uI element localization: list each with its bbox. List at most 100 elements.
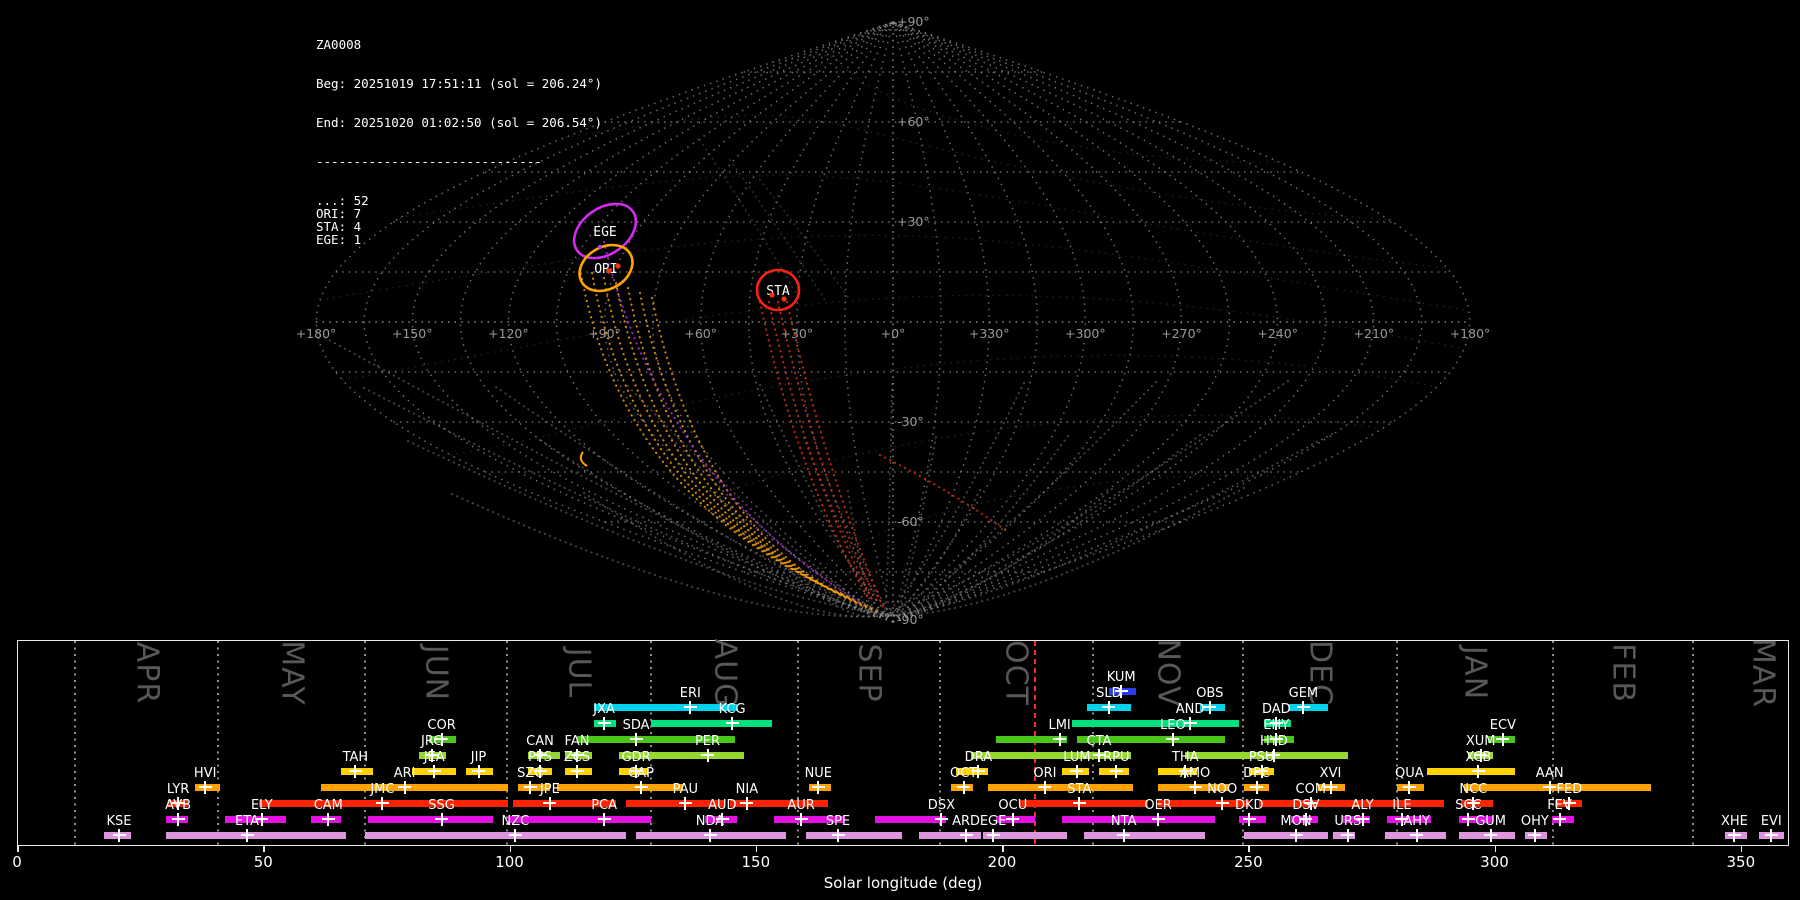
shower-peak-marker bbox=[1157, 812, 1160, 826]
shower-label-JEA: JEA bbox=[423, 750, 445, 765]
month-boundary-line bbox=[74, 641, 77, 845]
shower-peak-marker bbox=[1415, 828, 1418, 842]
shower-label-SSG: SSG bbox=[428, 798, 455, 813]
shower-peak-marker bbox=[204, 780, 207, 794]
shower-peak-marker bbox=[962, 780, 965, 794]
month-label: NOV bbox=[1150, 638, 1186, 708]
lon-label: +30° bbox=[781, 326, 814, 341]
shower-label-ORI: ORI bbox=[1033, 766, 1057, 781]
shower-label-NCC: NCC bbox=[1459, 782, 1488, 797]
shower-peak-marker bbox=[1107, 700, 1110, 714]
lon-label: +180° bbox=[1450, 326, 1491, 341]
shower-peak-marker bbox=[1171, 732, 1174, 746]
current-sol-marker bbox=[1033, 641, 1036, 845]
lon-label: +240° bbox=[1257, 326, 1298, 341]
sky-map: EGEORISTA+180° +150° +120° +90° +60° +30° +0° +… bbox=[296, 14, 1491, 627]
shower-peak-marker bbox=[1361, 812, 1364, 826]
axis-tick bbox=[263, 846, 265, 852]
shower-label-PSU: PSU bbox=[1248, 750, 1275, 765]
axis-tick bbox=[755, 846, 758, 852]
shower-label-NTA: NTA bbox=[1110, 814, 1137, 829]
shower-peak-marker bbox=[940, 812, 943, 826]
shower-peak-marker bbox=[118, 828, 120, 842]
shower-label-THA: THA bbox=[1171, 750, 1199, 765]
shower-label-LMI: LMI bbox=[1048, 718, 1071, 733]
meteor-station-screen: { "info": { "station": "ZA0008", "beg": … bbox=[0, 0, 1800, 900]
shower-peak-marker bbox=[603, 716, 606, 730]
shower-bar-MON bbox=[1244, 831, 1328, 839]
lon-label: +180° bbox=[296, 326, 337, 341]
month-boundary-line bbox=[217, 641, 220, 845]
shower-bar-ORI bbox=[988, 783, 1134, 791]
lon-label: +120° bbox=[488, 326, 529, 341]
shower-peak-marker bbox=[1208, 700, 1211, 714]
shower-peak-marker bbox=[1770, 828, 1773, 842]
shower-label-FEV: FEV bbox=[1547, 798, 1572, 813]
shower-label-HVI: HVI bbox=[193, 766, 217, 781]
month-label: MAR bbox=[1745, 637, 1781, 709]
shower-peak-marker bbox=[1533, 828, 1536, 842]
lat-label: +60° bbox=[897, 114, 930, 129]
shower-peak-marker bbox=[1115, 764, 1118, 778]
shower-peak-marker bbox=[529, 780, 532, 794]
shower-label-LEO: LEO bbox=[1160, 718, 1186, 733]
shower-peak-marker bbox=[1248, 812, 1251, 826]
shower-label-AUD: AUD bbox=[708, 798, 737, 813]
lon-label: +300° bbox=[1065, 326, 1106, 341]
shower-peak-marker bbox=[731, 716, 734, 730]
observation-info-block: ZA0008 Beg: 20251019 17:51:11 (sol = 206… bbox=[316, 12, 602, 259]
axis-tick-label: 200 bbox=[987, 853, 1017, 871]
shower-label-SZC: SZC bbox=[517, 766, 544, 781]
shower-label-AVB: AVB bbox=[165, 798, 192, 813]
shower-peak-marker bbox=[1501, 732, 1504, 746]
axis-tick-label: 150 bbox=[741, 853, 771, 871]
shower-label-CAN: CAN bbox=[526, 734, 554, 749]
shower-peak-marker bbox=[177, 812, 180, 826]
shower-bar-PCA bbox=[508, 815, 651, 823]
shower-label-GEM: GEM bbox=[1288, 686, 1319, 701]
shower-label-AHY: AHY bbox=[1403, 814, 1430, 829]
shower-peak-marker bbox=[1346, 828, 1349, 842]
month-boundary-line bbox=[796, 641, 799, 845]
month-boundary-line bbox=[364, 641, 367, 845]
shower-peak-marker bbox=[1255, 780, 1258, 794]
lat-label: +90° bbox=[897, 14, 930, 29]
shower-label-OHY: OHY bbox=[1520, 814, 1549, 829]
shower-peak-marker bbox=[745, 796, 748, 810]
shower-peak-marker bbox=[1548, 780, 1551, 794]
lon-label: +90° bbox=[588, 326, 621, 341]
month-label: JAN bbox=[1457, 645, 1493, 701]
radiant-STA: STA bbox=[755, 268, 801, 312]
shower-peak-marker bbox=[640, 780, 642, 794]
axis-tick-label: 350 bbox=[1726, 853, 1756, 871]
shower-peak-marker bbox=[1221, 796, 1224, 810]
shower-peak-marker bbox=[706, 748, 709, 762]
shower-peak-marker bbox=[1295, 828, 1297, 842]
shower-label-JPE: JPE bbox=[539, 782, 560, 797]
shower-label-NOO: NOO bbox=[1207, 782, 1238, 797]
shower-label-DKD: DKD bbox=[1235, 798, 1264, 813]
lon-label: +210° bbox=[1354, 326, 1395, 341]
axis-tick bbox=[1494, 846, 1496, 852]
shower-label-PER: PER bbox=[694, 734, 721, 749]
shower-label-ARD: ARD bbox=[952, 814, 981, 829]
meteor-counts: ...: 52 ORI: 7 STA: 4 EGE: 1 bbox=[316, 194, 602, 246]
shower-peak-marker bbox=[1043, 780, 1046, 794]
shower-label-SLD: SLD bbox=[1096, 686, 1122, 701]
shower-label-KUM: KUM bbox=[1106, 670, 1136, 685]
shower-label-SPE: SPE bbox=[825, 814, 851, 829]
shower-peak-marker bbox=[837, 828, 839, 842]
shower-bar-ARI bbox=[320, 783, 508, 791]
shower-label-NZC: NZC bbox=[501, 814, 530, 829]
shower-peak-marker bbox=[603, 812, 606, 826]
shower-label-EGE: EGE bbox=[979, 814, 1007, 829]
shower-label-DPC: DPC bbox=[1243, 766, 1271, 781]
lon-label: +150° bbox=[392, 326, 433, 341]
shower-label-DSX: DSX bbox=[927, 798, 955, 813]
shower-bar-SPE bbox=[806, 831, 902, 839]
shower-label-QUA: QUA bbox=[1394, 766, 1424, 781]
shower-peak-marker bbox=[817, 780, 820, 794]
shower-label-HYD: HYD bbox=[1260, 734, 1288, 749]
shower-peak-marker bbox=[1408, 780, 1411, 794]
axis-tick-label: 0 bbox=[12, 853, 22, 871]
